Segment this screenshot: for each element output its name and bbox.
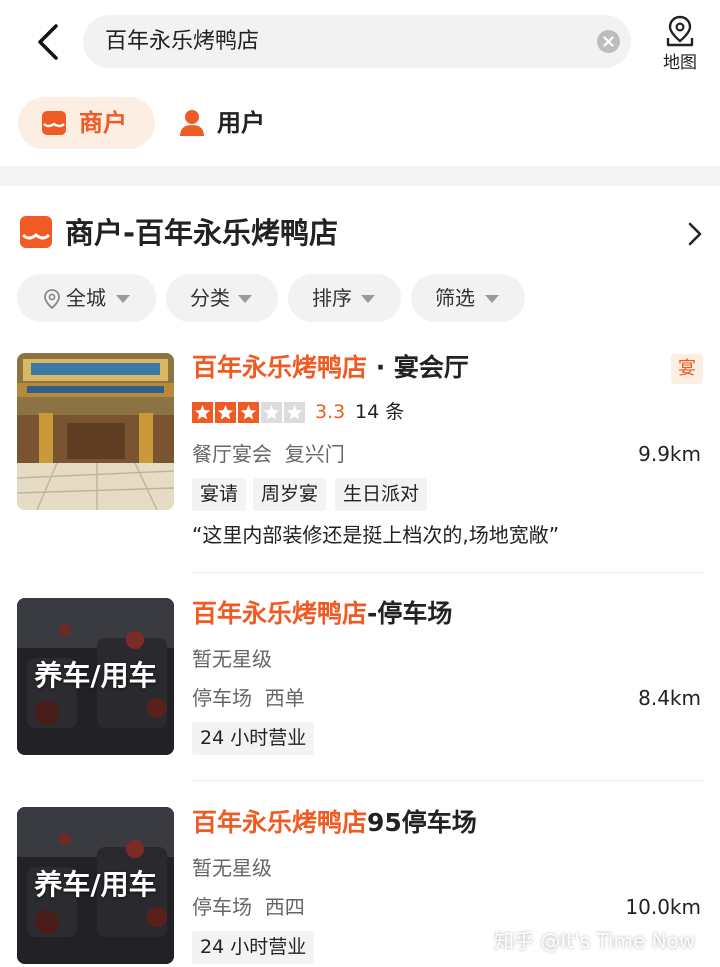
rating-text: 暂无星级 <box>192 856 272 880</box>
caret-down-icon <box>361 295 375 303</box>
distance: 9.9km <box>638 442 701 466</box>
tab-user[interactable]: 用户 <box>175 97 285 149</box>
rating-score: 3.3 <box>315 401 346 423</box>
banquet-badge: 宴 <box>671 354 703 384</box>
caret-down-icon <box>485 295 499 303</box>
filter-city[interactable]: 全城 <box>17 274 156 322</box>
shop-icon <box>42 111 66 135</box>
car-service-photo: 养车/用车 <box>17 807 174 964</box>
tag: 24 小时营业 <box>192 722 315 755</box>
filter-screen[interactable]: 筛选 <box>411 274 525 322</box>
section-divider <box>0 166 720 186</box>
category-area: 停车场 西四 <box>192 895 305 919</box>
tag: 24 小时营业 <box>192 931 315 964</box>
tab-merchant-label: 商户 <box>79 109 127 137</box>
list-separator <box>192 780 704 781</box>
back-button[interactable] <box>28 18 68 66</box>
star-rating-icon <box>192 402 305 423</box>
review-count: 14 条 <box>355 401 405 423</box>
filter-sort-label: 排序 <box>312 286 352 310</box>
chevron-right-icon[interactable] <box>686 220 704 248</box>
map-button[interactable]: 地图 <box>654 14 706 74</box>
result-name[interactable]: 百年永乐烤鸭店 · 宴会厅 <box>192 350 469 386</box>
distance: 8.4km <box>638 686 701 710</box>
map-pin-icon <box>666 15 694 47</box>
search-box[interactable]: 百年永乐烤鸭店 <box>83 15 631 68</box>
tab-user-label: 用户 <box>217 109 265 137</box>
filter-category-label: 分类 <box>190 286 230 310</box>
filter-screen-label: 筛选 <box>435 286 475 310</box>
tag: 生日派对 <box>335 478 428 511</box>
filter-city-label: 全城 <box>66 286 106 310</box>
close-icon <box>603 36 614 47</box>
thumb-label: 养车/用车 <box>34 659 157 692</box>
back-arrow-icon <box>38 24 58 60</box>
user-icon <box>180 110 204 136</box>
thumb-label: 养车/用车 <box>34 868 157 901</box>
distance: 10.0km <box>625 895 701 919</box>
car-service-photo: 养车/用车 <box>17 598 174 755</box>
result-item[interactable]: 养车/用车 百年永乐烤鸭店-停车场 暂无星级 停车场 西单 8.4km 24 小… <box>0 596 720 776</box>
caret-down-icon <box>116 295 130 303</box>
tab-merchant[interactable]: 商户 <box>18 97 155 149</box>
rating-text: 暂无星级 <box>192 647 272 671</box>
list-separator <box>192 572 704 573</box>
top-bar: 百年永乐烤鸭店 地图 <box>0 0 720 84</box>
search-input[interactable]: 百年永乐烤鸭店 <box>105 15 259 68</box>
tag: 周岁宴 <box>253 478 327 511</box>
result-name[interactable]: 百年永乐烤鸭店-停车场 <box>192 596 452 632</box>
map-label: 地图 <box>663 53 697 73</box>
filter-sort[interactable]: 排序 <box>288 274 401 322</box>
clear-search-button[interactable] <box>597 30 620 53</box>
star-rating <box>192 402 308 424</box>
review-quote: “这里内部装修还是挺上档次的,场地宽敞” <box>192 523 560 547</box>
location-pin-icon <box>44 289 60 310</box>
filter-category[interactable]: 分类 <box>166 274 278 322</box>
category-area: 餐厅宴会 复兴门 <box>192 442 345 466</box>
shop-icon <box>20 216 52 248</box>
category-area: 停车场 西单 <box>192 686 305 710</box>
banquet-hall-photo <box>17 353 174 510</box>
section-title: 商户-百年永乐烤鸭店 <box>65 216 339 250</box>
watermark: 知乎 @It's Time Now <box>494 929 696 953</box>
caret-down-icon <box>238 295 252 303</box>
result-name[interactable]: 百年永乐烤鸭店95停车场 <box>192 805 477 841</box>
result-item[interactable]: 百年永乐烤鸭店 · 宴会厅 宴 3.3 14 条 餐厅宴会 复兴门 9.9km … <box>0 350 720 570</box>
tag: 宴请 <box>192 478 247 511</box>
